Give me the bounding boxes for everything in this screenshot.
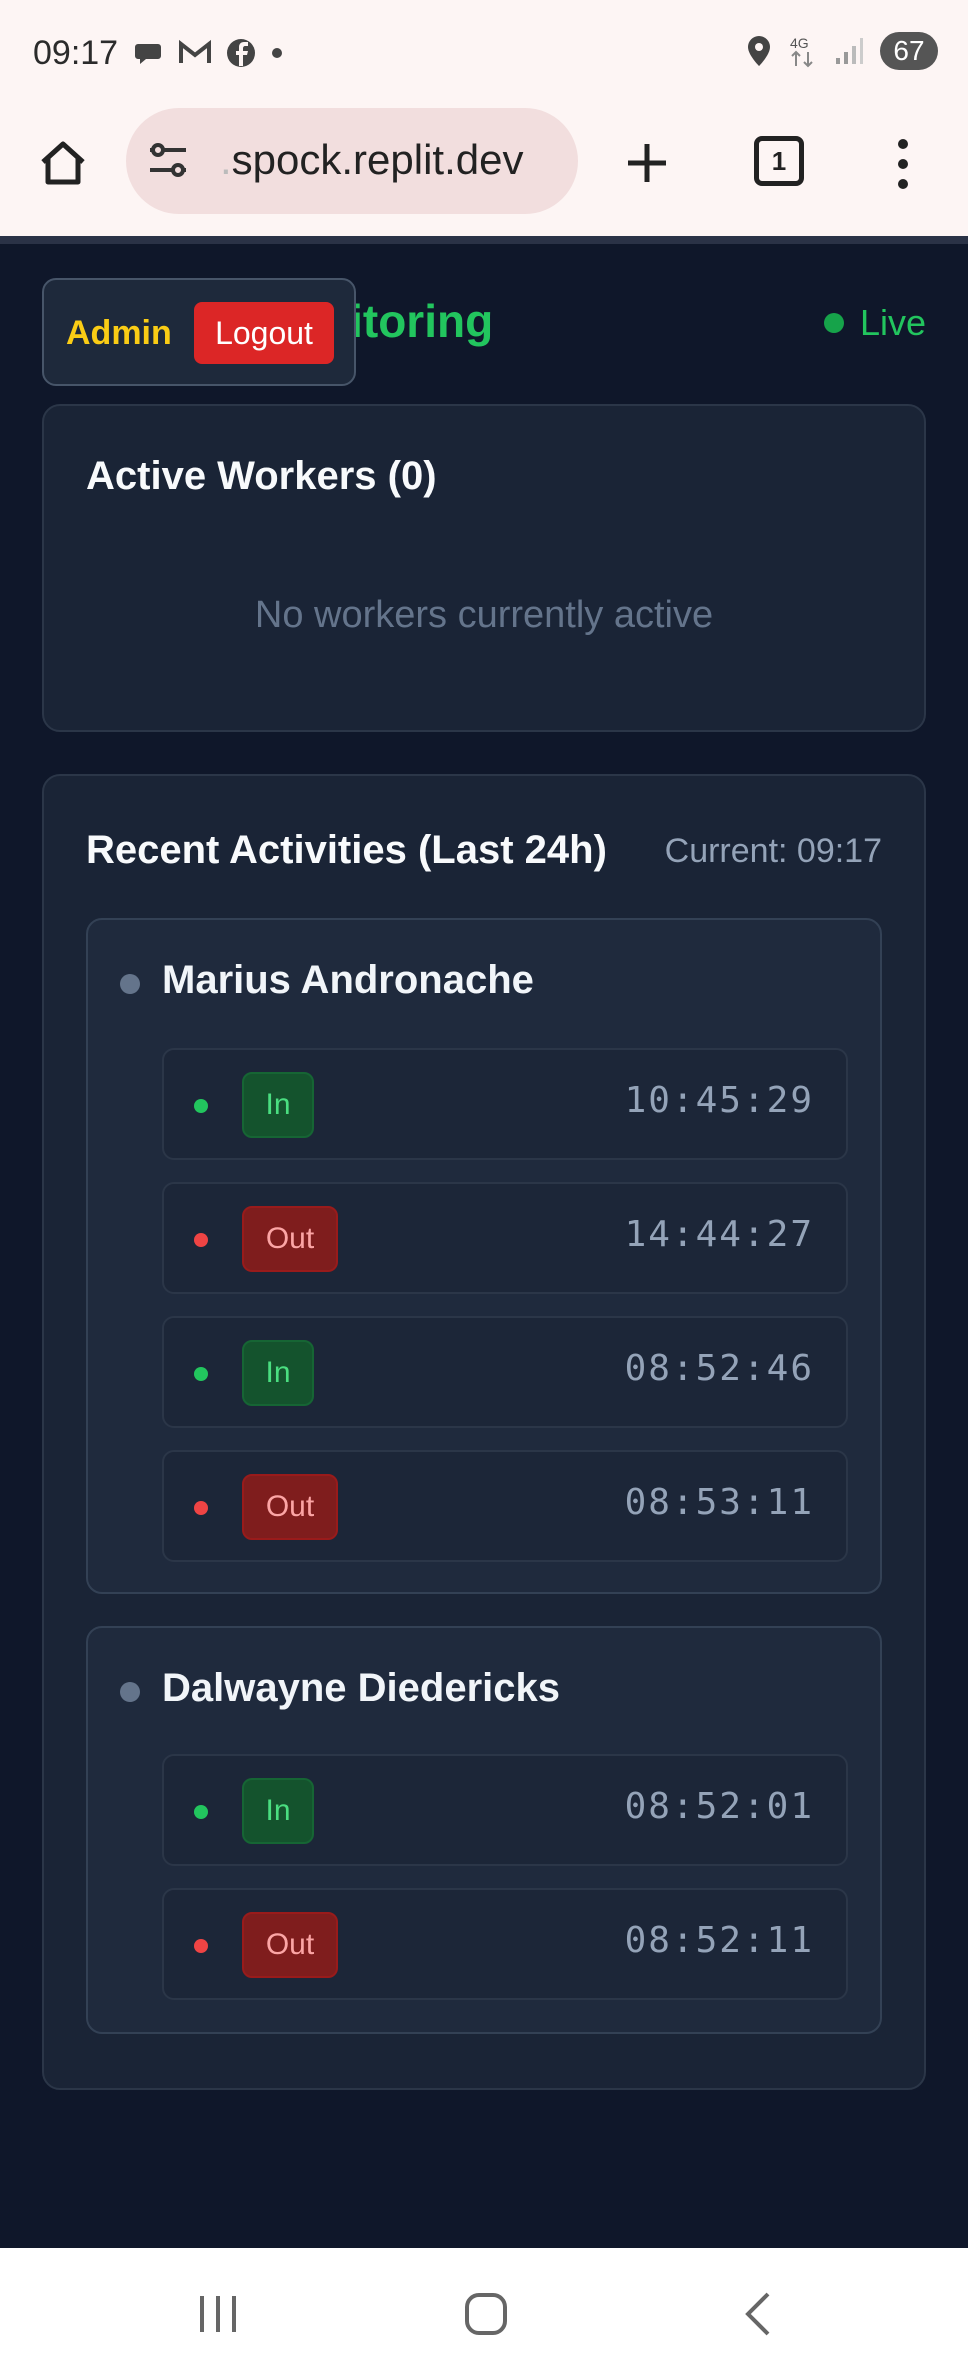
status-bar: 09:17 4G 67: [0, 0, 968, 100]
recent-apps-icon[interactable]: [196, 2292, 240, 2336]
new-tab-icon[interactable]: [622, 138, 672, 188]
site-settings-icon[interactable]: [146, 140, 190, 180]
admin-label: Admin: [66, 314, 172, 352]
current-time: Current: 09:17: [664, 832, 882, 870]
svg-text:4G: 4G: [790, 35, 809, 51]
in-dot-icon: [194, 1805, 208, 1819]
toolbar-divider: [0, 236, 968, 244]
activity-badge-out: Out: [242, 1474, 338, 1540]
admin-panel: Admin Logout: [42, 278, 356, 386]
worker-status-dot: [120, 1682, 140, 1702]
active-workers-card: Active Workers (0) No workers currently …: [42, 404, 926, 732]
notification-dot-icon: [272, 48, 282, 58]
notification-icons: [134, 38, 284, 68]
worker-status-dot: [120, 974, 140, 994]
activity-time: 08:52:01: [624, 1786, 814, 1827]
worker-name: Dalwayne Diedericks: [162, 1666, 560, 1710]
more-options-icon[interactable]: [888, 136, 918, 192]
system-icons: 4G 67: [746, 32, 938, 70]
page-content: nitoring Live Admin Logout Active Worker…: [0, 244, 968, 2248]
address-bar[interactable]: .spock.replit.dev: [126, 108, 578, 214]
activity-time: 10:45:29: [624, 1080, 814, 1121]
worker-name: Marius Andronache: [162, 958, 534, 1002]
activity-badge-in: In: [242, 1778, 314, 1844]
activity-row: Out 08:52:11: [162, 1888, 848, 2000]
worker-group: Marius Andronache In 10:45:29 Out 14:44:…: [86, 918, 882, 1594]
recent-activities-title: Recent Activities (Last 24h): [86, 828, 607, 872]
out-dot-icon: [194, 1233, 208, 1247]
gmail-icon: [179, 39, 211, 63]
out-dot-icon: [194, 1501, 208, 1515]
recent-activities-card: Recent Activities (Last 24h) Current: 09…: [42, 774, 926, 2090]
activity-row: Out 14:44:27: [162, 1182, 848, 1294]
activity-row: In 08:52:01: [162, 1754, 848, 1866]
activity-row: In 10:45:29: [162, 1048, 848, 1160]
tab-count: 1: [771, 145, 787, 176]
active-workers-title: Active Workers (0): [86, 454, 437, 498]
activity-badge-out: Out: [242, 1206, 338, 1272]
chat-bubble-icon: [135, 44, 161, 64]
location-pin-icon: [748, 36, 770, 66]
battery-icon: 67: [880, 32, 938, 70]
live-indicator: Live: [823, 302, 926, 344]
activity-row: In 08:52:46: [162, 1316, 848, 1428]
4g-icon: 4G: [790, 35, 813, 68]
live-dot-icon: [823, 313, 844, 333]
out-dot-icon: [194, 1939, 208, 1953]
activity-badge-out: Out: [242, 1912, 338, 1978]
facebook-icon: [227, 39, 255, 67]
activity-row: Out 08:53:11: [162, 1450, 848, 1562]
home-icon[interactable]: [38, 138, 88, 188]
activity-badge-in: In: [242, 1072, 314, 1138]
home-nav-icon[interactable]: [462, 2290, 510, 2338]
in-dot-icon: [194, 1367, 208, 1381]
browser-toolbar: .spock.replit.dev 1: [0, 100, 968, 236]
in-dot-icon: [194, 1099, 208, 1113]
back-icon[interactable]: [738, 2290, 778, 2338]
signal-icon: [836, 38, 863, 64]
activity-time: 08:52:11: [624, 1920, 814, 1961]
activity-time: 14:44:27: [624, 1214, 814, 1255]
system-nav-bar: [0, 2248, 968, 2376]
url-text: .spock.replit.dev: [220, 136, 524, 183]
live-label: Live: [859, 302, 926, 343]
logout-button[interactable]: Logout: [194, 302, 334, 364]
activity-time: 08:53:11: [624, 1482, 814, 1523]
status-time: 09:17: [33, 34, 119, 72]
worker-group: Dalwayne Diedericks In 08:52:01 Out 08:5…: [86, 1626, 882, 2034]
empty-state-message: No workers currently active: [254, 594, 714, 636]
activity-badge-in: In: [242, 1340, 314, 1406]
activity-time: 08:52:46: [624, 1348, 814, 1389]
tab-switcher-button[interactable]: 1: [754, 136, 804, 186]
